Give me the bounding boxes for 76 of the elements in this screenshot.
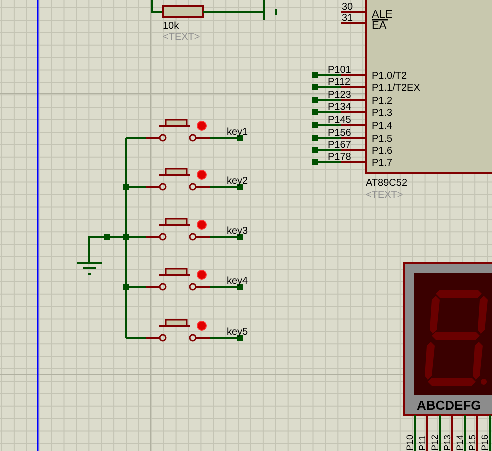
part-name: AT89C52 [366, 178, 408, 189]
pin-line [489, 415, 491, 451]
pin-line [341, 22, 366, 24]
net-label: P156 [328, 128, 352, 139]
pin-line [341, 99, 366, 101]
pin-line [341, 11, 366, 13]
pin-label: P13 [442, 434, 452, 451]
probe-icon [197, 270, 207, 280]
wire [210, 236, 240, 238]
pin-line [452, 415, 454, 451]
wire [210, 186, 240, 188]
ground-symbol [77, 262, 102, 275]
pin-line [341, 111, 366, 113]
pin-label: P10 [405, 434, 415, 451]
pin-line [341, 86, 366, 88]
pin-name: P1.5 [372, 134, 393, 145]
pin-line [341, 161, 366, 163]
wire [315, 86, 341, 88]
net-label: key3 [227, 226, 248, 237]
net-label: P112 [328, 77, 351, 88]
capacitor-symbol [263, 0, 277, 20]
pin-name: P1.0/T2 [372, 71, 408, 82]
pin-name: P1.3 [372, 108, 393, 119]
net-label: P145 [328, 115, 352, 126]
pin-line [426, 415, 428, 451]
wire [315, 137, 341, 139]
net-label: P101 [328, 65, 352, 76]
wire [315, 74, 341, 76]
net-label: P178 [328, 152, 352, 163]
wire [315, 161, 341, 163]
pin-name: P1.7 [372, 158, 393, 169]
pin-number: 30 [342, 2, 354, 13]
net-label: P167 [328, 140, 352, 151]
pin-line [464, 415, 466, 451]
wire [315, 124, 341, 126]
net-label: key4 [227, 276, 248, 287]
pin-line [476, 415, 478, 451]
segment-label: ABCDEFG [417, 398, 482, 413]
net-label: key5 [227, 327, 248, 338]
wire [203, 11, 264, 13]
pin-number: 31 [342, 13, 354, 24]
pin-label: P12 [430, 434, 440, 451]
probe-icon [197, 121, 207, 131]
net-label: key2 [227, 176, 248, 187]
pin-label: P14 [455, 434, 465, 451]
pin-label: P15 [468, 434, 478, 451]
pin-line [341, 74, 366, 76]
wire [210, 286, 240, 288]
pin-line [341, 149, 366, 151]
pin-name: P1.4 [372, 121, 393, 132]
pin-name: EA [372, 20, 388, 32]
text-label: <TEXT> [366, 190, 404, 201]
pin-name: P1.2 [372, 96, 393, 107]
pin-name: P1.1/T2EX [372, 83, 420, 94]
pin-line [341, 124, 366, 126]
pin-line [439, 415, 441, 451]
pin-name: ALE [372, 9, 393, 21]
wire [151, 0, 163, 13]
pin-name: P1.6 [372, 146, 393, 157]
wire [315, 111, 341, 113]
probe-icon [197, 170, 207, 180]
wire [210, 137, 240, 139]
wire [315, 149, 341, 151]
wire [315, 99, 341, 101]
probe-icon [197, 321, 207, 331]
resistor-value: 10k [163, 21, 180, 32]
net-label: key1 [227, 127, 248, 138]
text-label: <TEXT> [163, 32, 200, 43]
pin-label: P11 [418, 436, 428, 451]
pin-line [414, 415, 416, 451]
pin-line [341, 137, 366, 139]
net-label: P134 [328, 102, 352, 113]
wire [210, 337, 240, 339]
probe-icon [197, 220, 207, 230]
net-label: P123 [328, 90, 352, 101]
pin-label: P16 [480, 434, 490, 451]
